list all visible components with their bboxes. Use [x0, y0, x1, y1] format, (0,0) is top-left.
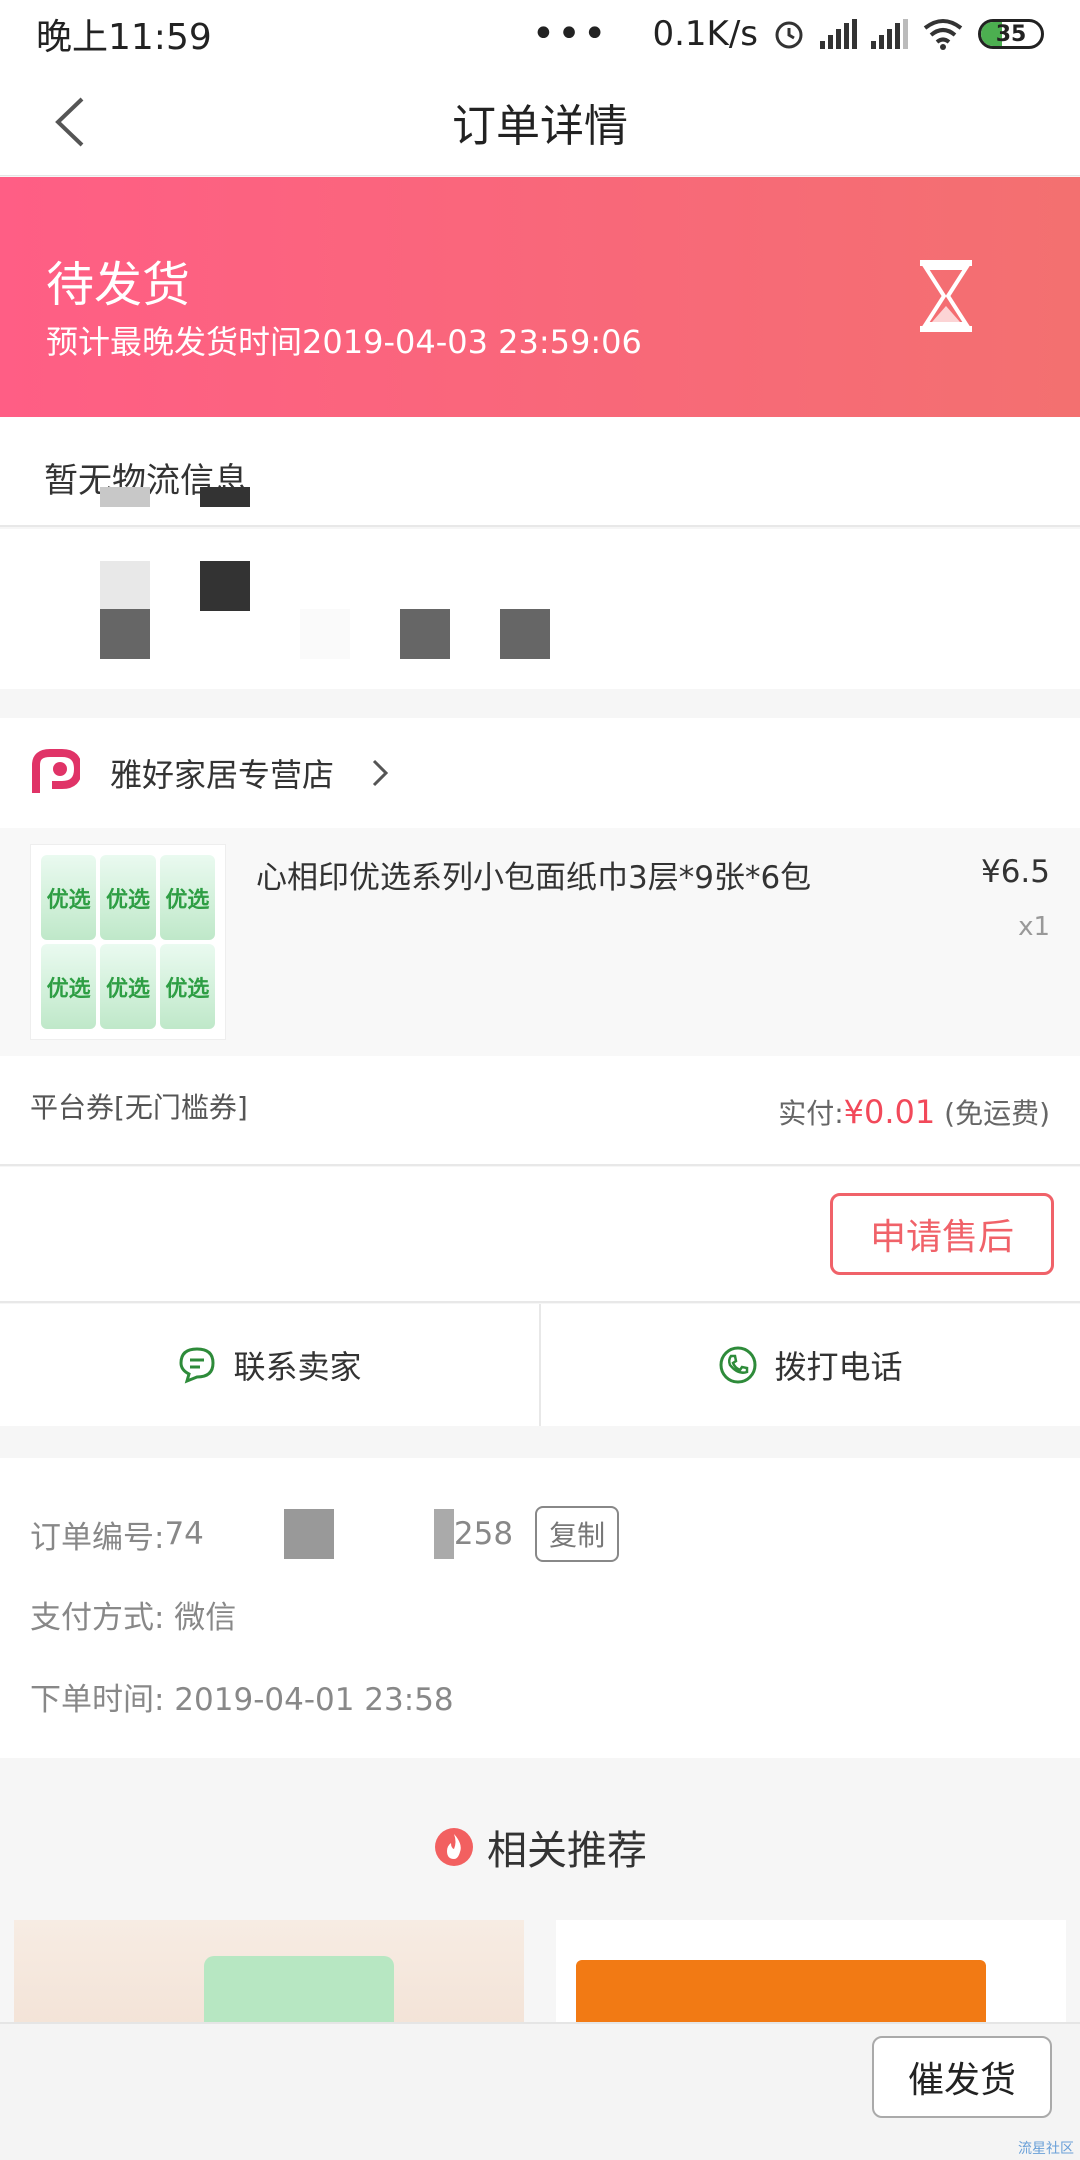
wifi-icon [923, 19, 963, 50]
recommend-card[interactable] [556, 1920, 1066, 2030]
redacted-block [200, 561, 250, 611]
redacted-block [400, 609, 450, 659]
shop-name: 雅好家居专营店 [110, 756, 335, 794]
redacted-block [100, 561, 150, 611]
net-speed: 0.1K/s [652, 14, 758, 54]
product-qty: x1 [1018, 912, 1050, 942]
back-button[interactable] [40, 92, 100, 152]
product-thumbnail: 优选 优选 优选 优选 优选 优选 [30, 844, 226, 1040]
address-section [0, 529, 1080, 689]
order-info-section: 订单编号: 74 258 复制 支付方式: 微信 下单时间: 2019-04-0… [0, 1458, 1080, 1758]
phone-icon [719, 1346, 757, 1384]
urge-shipment-button[interactable]: 催发货 [872, 2036, 1052, 2118]
signal-icon [871, 19, 908, 49]
chat-icon [179, 1347, 215, 1384]
product-image [706, 1960, 856, 2030]
contact-row: 联系卖家 拨打电话 [0, 1304, 1080, 1426]
paid-amount: ¥0.01 [843, 1093, 936, 1131]
watermark: 流星社区 [1018, 2141, 1074, 2157]
product-price: ¥6.5 [980, 854, 1050, 890]
hourglass-icon [920, 260, 972, 332]
redacted-block [300, 609, 350, 659]
shop-logo-icon [32, 749, 80, 793]
more-dots-icon: ••• [531, 11, 609, 57]
product-image [836, 1960, 986, 2030]
logistics-section[interactable]: 暂无物流信息 [0, 417, 1080, 527]
call-button[interactable]: 拨打电话 [539, 1304, 1080, 1426]
page-title: 订单详情 [452, 100, 628, 152]
shop-row[interactable]: 雅好家居专营店 [0, 718, 1080, 828]
order-status-sub: 预计最晚发货时间2019-04-03 23:59:06 [46, 323, 642, 361]
redacted-block [200, 487, 250, 507]
paid-amount-line: 实付:¥0.01 (免运费) [778, 1093, 1050, 1131]
product-image [204, 1956, 394, 2030]
flame-icon [435, 1828, 473, 1866]
shipping-note: (免运费) [944, 1097, 1050, 1130]
contact-seller-button[interactable]: 联系卖家 [0, 1304, 539, 1426]
title-bar: 订单详情 [0, 68, 1080, 176]
recommend-title: 相关推荐 [0, 1818, 1080, 1876]
redacted-block [500, 609, 550, 659]
signal-hd-icon [820, 19, 857, 49]
order-time: 下单时间: 2019-04-01 23:58 [30, 1682, 454, 1718]
status-time: 晚上11:59 [36, 17, 212, 58]
status-bar: 晚上11:59 ••• 0.1K/s 35 [0, 0, 1080, 68]
alarm-icon [775, 21, 803, 49]
battery-icon: 35 [978, 19, 1044, 49]
after-sale-row: 申请售后 [0, 1167, 1080, 1303]
after-sale-button[interactable]: 申请售后 [830, 1193, 1054, 1275]
redacted-block [433, 1509, 454, 1559]
chevron-left-icon [55, 97, 84, 147]
copy-button[interactable]: 复制 [535, 1506, 620, 1562]
product-image [576, 1960, 726, 2030]
chevron-right-icon [372, 759, 389, 787]
product-row[interactable]: 优选 优选 优选 优选 优选 优选 心相印优选系列小包面纸巾3层*9张*6包 ¥… [0, 828, 1080, 1056]
order-number-line: 订单编号: 74 258 复制 [30, 1506, 620, 1562]
order-status-label: 待发货 [46, 257, 191, 313]
product-title: 心相印优选系列小包面纸巾3层*9张*6包 [256, 860, 812, 896]
coupon-label: 平台券[无门槛券] [30, 1091, 248, 1124]
redacted-block [100, 487, 150, 507]
redacted-block [283, 1509, 334, 1559]
payment-method: 支付方式: 微信 [30, 1600, 237, 1636]
payment-row: 平台券[无门槛券] 实付:¥0.01 (免运费) [0, 1056, 1080, 1166]
bottom-action-bar: 催发货 流星社区 [0, 2022, 1080, 2160]
recommend-card[interactable] [14, 1920, 524, 2030]
redacted-block [100, 609, 150, 659]
